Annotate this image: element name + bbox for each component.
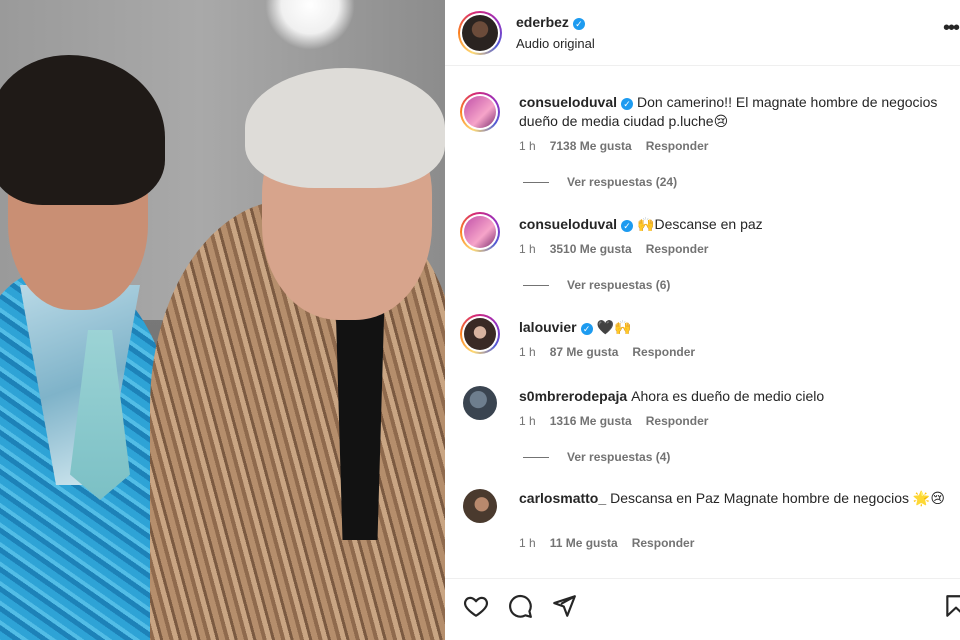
comment-text: carlosmatto_ Descansa en Paz Magnate homb… <box>519 489 949 508</box>
reply-button[interactable]: Responder <box>646 242 709 256</box>
replies-divider <box>523 456 549 458</box>
comment-text: consueloduval ✓ Don camerino!! El magnate … <box>519 93 949 131</box>
reply-button[interactable]: Responder <box>632 536 695 550</box>
verified-icon: ✓ <box>580 323 593 335</box>
post-action-bar <box>445 578 960 640</box>
comment-body: Descansa en Paz Magnate hombre de negoci… <box>610 490 945 506</box>
comment-username[interactable]: s0mbrerodepaja <box>519 388 627 404</box>
reply-button[interactable]: Responder <box>646 414 709 428</box>
comment-likes[interactable]: 3510 Me gusta <box>550 242 632 256</box>
send-icon[interactable] <box>551 593 577 619</box>
commenter-avatar[interactable] <box>460 314 500 354</box>
comment-likes[interactable]: 87 Me gusta <box>550 345 619 359</box>
replies-divider <box>523 181 549 183</box>
view-replies-button[interactable]: Ver respuestas (4) <box>523 450 670 464</box>
comment-likes[interactable]: 1316 Me gusta <box>550 414 632 428</box>
comment-username[interactable]: consueloduval <box>519 216 617 232</box>
verified-icon: ✓ <box>572 18 585 30</box>
commenter-avatar[interactable] <box>463 489 497 523</box>
reply-button[interactable]: Responder <box>646 139 709 153</box>
comment-time: 1 h <box>519 536 536 550</box>
audio-label[interactable]: Audio original <box>516 36 595 51</box>
comment-text: lalouvier ✓ 🖤🙌 <box>519 318 949 337</box>
comment-username[interactable]: carlosmatto_ <box>519 490 606 506</box>
comment-time: 1 h <box>519 414 536 428</box>
author-username-text[interactable]: ederbez <box>516 14 569 30</box>
view-replies-label[interactable]: Ver respuestas (24) <box>567 175 677 189</box>
heart-icon[interactable] <box>463 593 489 619</box>
commenter-avatar[interactable] <box>463 386 497 420</box>
comment-time: 1 h <box>519 242 536 256</box>
bookmark-icon[interactable] <box>943 593 960 619</box>
author-avatar[interactable] <box>458 11 502 55</box>
comment-text: s0mbrerodepaja Ahora es dueño de medio ci… <box>519 387 949 406</box>
comment-meta: 1 h 87 Me gusta Responder <box>519 345 709 359</box>
comment-meta: 1 h 3510 Me gusta Responder <box>519 242 722 256</box>
comment-time: 1 h <box>519 345 536 359</box>
comment-username[interactable]: consueloduval <box>519 94 617 110</box>
author-username[interactable]: ederbez ✓ <box>516 14 585 30</box>
reply-button[interactable]: Responder <box>632 345 695 359</box>
more-options-icon[interactable]: ••• <box>943 18 960 38</box>
comment-meta: 1 h 1316 Me gusta Responder <box>519 414 722 428</box>
comment-likes[interactable]: 7138 Me gusta <box>550 139 632 153</box>
view-replies-button[interactable]: Ver respuestas (24) <box>523 175 677 189</box>
commenter-avatar[interactable] <box>460 92 500 132</box>
comment-meta: 1 h 7138 Me gusta Responder <box>519 139 722 153</box>
post-media[interactable] <box>0 0 445 640</box>
view-replies-label[interactable]: Ver respuestas (4) <box>567 450 670 464</box>
view-replies-label[interactable]: Ver respuestas (6) <box>567 278 670 292</box>
comment-body: 🖤🙌 <box>596 319 632 335</box>
comments-panel: ederbez ✓ Audio original ••• consueloduva… <box>445 0 960 640</box>
comment-time: 1 h <box>519 139 536 153</box>
comment-icon[interactable] <box>507 593 533 619</box>
comment-text: consueloduval ✓ 🙌Descanse en paz <box>519 215 949 234</box>
comment-meta: 1 h 11 Me gusta Responder <box>519 536 708 550</box>
comment-likes[interactable]: 11 Me gusta <box>550 536 618 550</box>
commenter-avatar[interactable] <box>460 212 500 252</box>
verified-icon: ✓ <box>621 98 634 110</box>
view-replies-button[interactable]: Ver respuestas (6) <box>523 278 670 292</box>
post-header: ederbez ✓ Audio original ••• <box>445 0 960 66</box>
verified-icon: ✓ <box>621 220 634 232</box>
comment-body: Ahora es dueño de medio cielo <box>631 388 825 404</box>
comment-username[interactable]: lalouvier <box>519 319 577 335</box>
person-right-hair <box>245 68 445 188</box>
replies-divider <box>523 284 549 286</box>
comment-body: 🙌Descanse en paz <box>637 216 763 232</box>
